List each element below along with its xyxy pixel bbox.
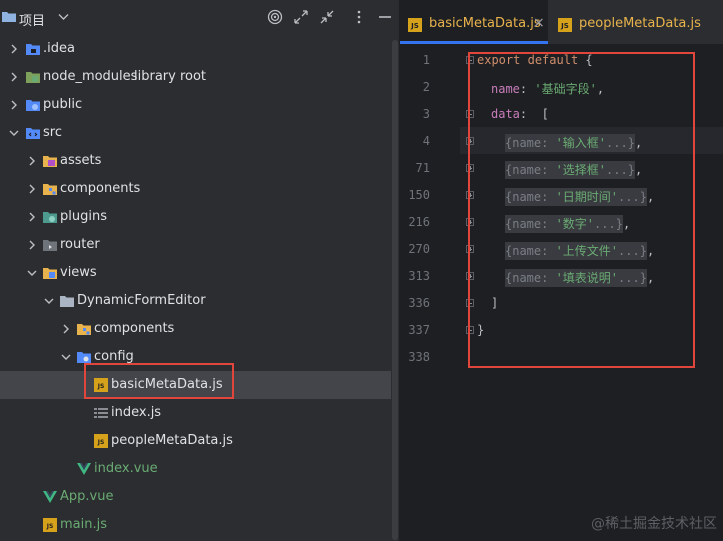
tree-item-label: App.vue	[60, 489, 114, 504]
tree-item-label: router	[60, 237, 100, 252]
components-folder-icon	[77, 324, 91, 335]
tree-item-main-js[interactable]: JS main.js	[0, 511, 391, 539]
tree-item-label: views	[60, 265, 97, 280]
line-number: 3	[422, 107, 430, 121]
highlight-box-selected-file	[84, 363, 234, 399]
folder-icon	[60, 296, 74, 307]
tab-people-meta-data[interactable]: JS peopleMetaData.js	[550, 0, 723, 44]
target-icon[interactable]	[266, 8, 284, 26]
chevron-right-icon[interactable]	[8, 99, 20, 111]
views-folder-icon	[43, 268, 57, 279]
chevron-right-icon[interactable]	[26, 239, 38, 251]
watermark: @稀土掘金技术社区	[591, 516, 717, 532]
more-vertical-icon[interactable]	[350, 8, 368, 26]
chevron-right-icon[interactable]	[8, 71, 20, 83]
project-panel-header: 项目	[0, 0, 399, 36]
tree-item-label: config	[94, 349, 134, 364]
tree-item-idea[interactable]: .idea	[0, 35, 391, 63]
tree-item-plugins[interactable]: plugins	[0, 203, 391, 231]
idea-folder-icon	[26, 44, 40, 55]
tree-item-index-js[interactable]: index.js	[0, 399, 391, 427]
config-folder-icon	[77, 352, 91, 363]
js-file-icon: JS	[408, 18, 422, 32]
line-number: 4	[422, 134, 430, 148]
chevron-right-icon[interactable]	[8, 43, 20, 55]
tree-item-label: node_modules	[43, 69, 138, 84]
line-number: 216	[408, 215, 430, 229]
tree-item-label: main.js	[60, 517, 107, 532]
project-scrollbar[interactable]	[392, 40, 398, 540]
highlight-box-code	[468, 52, 695, 368]
tree-item-label: plugins	[60, 209, 107, 224]
tree-item-label: public	[43, 97, 83, 112]
tree-item-people-meta-data[interactable]: JS peopleMetaData.js	[0, 427, 391, 455]
tree-item-label: .idea	[43, 41, 75, 56]
editor-tabs: JS basicMetaData.js × JS peopleMetaData.…	[400, 0, 723, 44]
line-number: 336	[408, 296, 430, 310]
tree-item-label: src	[43, 125, 62, 140]
chevron-down-icon[interactable]	[8, 127, 20, 139]
chevron-right-icon[interactable]	[26, 155, 38, 167]
chevron-right-icon[interactable]	[60, 323, 72, 335]
router-folder-icon	[43, 240, 57, 251]
chevron-down-icon[interactable]	[43, 295, 55, 307]
assets-folder-icon	[43, 156, 57, 167]
line-number: 313	[408, 269, 430, 283]
tree-item-label: index.vue	[94, 461, 158, 476]
line-number: 2	[422, 80, 430, 94]
project-title[interactable]: 项目	[19, 10, 45, 29]
tree-item-label: assets	[60, 153, 102, 168]
chevron-down-icon[interactable]	[60, 351, 72, 363]
expand-icon[interactable]	[292, 8, 310, 26]
code-editor: JS basicMetaData.js × JS peopleMetaData.…	[400, 0, 723, 541]
line-number: 1	[422, 53, 430, 67]
tree-item-label: peopleMetaData.js	[111, 433, 233, 448]
tree-item-public[interactable]: public	[0, 91, 391, 119]
js-index-file-icon	[94, 408, 108, 418]
vue-file-icon	[77, 463, 91, 475]
components-folder-icon	[43, 184, 57, 195]
chevron-down-icon[interactable]	[26, 267, 38, 279]
tree-item-label: DynamicFormEditor	[77, 293, 206, 308]
project-folder-icon	[2, 12, 16, 22]
js-file-icon: JS	[43, 518, 57, 532]
chevron-down-icon[interactable]	[58, 11, 69, 24]
chevron-right-icon[interactable]	[26, 211, 38, 223]
tab-basic-meta-data[interactable]: JS basicMetaData.js ×	[400, 0, 548, 44]
tree-item-app-vue[interactable]: App.vue	[0, 483, 391, 511]
collapse-icon[interactable]	[318, 8, 336, 26]
source-folder-icon	[26, 128, 40, 139]
tree-item-components[interactable]: components	[0, 175, 391, 203]
tree-item-label: components	[60, 181, 141, 196]
minimize-icon[interactable]	[376, 8, 394, 26]
tree-item-assets[interactable]: assets	[0, 147, 391, 175]
tree-item-index-vue[interactable]: index.vue	[0, 455, 391, 483]
line-number: 150	[408, 188, 430, 202]
tab-label: peopleMetaData.js	[579, 16, 701, 31]
js-file-icon: JS	[558, 18, 572, 32]
tab-label: basicMetaData.js	[429, 16, 541, 31]
tree-item-node-modules[interactable]: node_modules library root	[0, 63, 391, 91]
tree-item-router[interactable]: router	[0, 231, 391, 259]
web-folder-icon	[26, 100, 40, 111]
project-panel: 项目 .idea node_modules library root publi…	[0, 0, 400, 541]
tree-item-views[interactable]: views	[0, 259, 391, 287]
close-icon[interactable]: ×	[533, 15, 545, 31]
js-file-icon: JS	[94, 434, 108, 448]
tree-item-label: components	[94, 321, 175, 336]
library-root-hint: library root	[134, 69, 207, 84]
plugins-folder-icon	[43, 212, 57, 223]
vue-file-icon	[43, 491, 57, 503]
tree-item-components-nested[interactable]: components	[0, 315, 391, 343]
line-number: 270	[408, 242, 430, 256]
line-number: 338	[408, 350, 430, 364]
line-number: 337	[408, 323, 430, 337]
tree-item-src[interactable]: src	[0, 119, 391, 147]
tree-item-label: index.js	[111, 405, 162, 420]
line-number: 71	[415, 161, 430, 175]
tree-item-dynamic-form-editor[interactable]: DynamicFormEditor	[0, 287, 391, 315]
library-folder-icon	[26, 72, 40, 83]
chevron-right-icon[interactable]	[26, 183, 38, 195]
